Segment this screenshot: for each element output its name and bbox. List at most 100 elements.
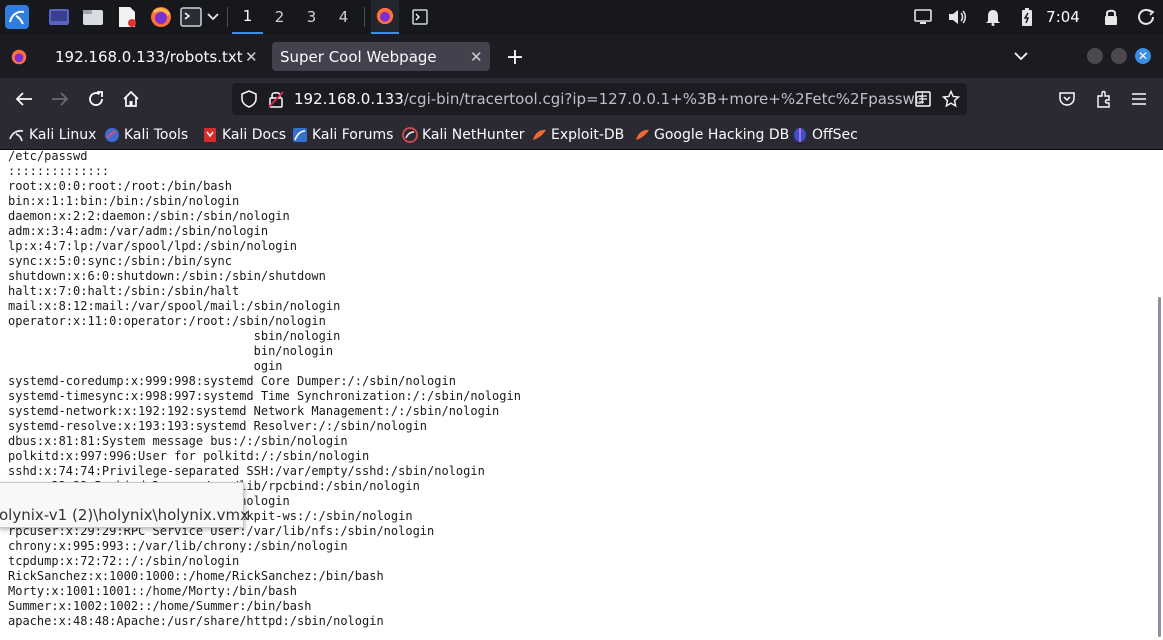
bookmark-label: Google Hacking DB (654, 127, 790, 143)
bookmark-kali-nethunter[interactable]: Kali NetHunter (402, 126, 524, 144)
scroll-thumb[interactable] (1158, 297, 1161, 637)
tab-robots-txt[interactable]: 192.168.0.133/robots.txt ✕ (42, 42, 268, 71)
battery-icon[interactable] (1016, 0, 1038, 34)
reload-icon[interactable] (85, 88, 107, 110)
kali-forums-icon (292, 127, 308, 143)
output-line: systemd-coredump:x:999:998:systemd Core … (8, 374, 456, 388)
text-editor-icon[interactable] (115, 0, 139, 34)
bookmark-label: Kali NetHunter (422, 127, 525, 143)
bookmark-kali-forums[interactable]: Kali Forums (292, 126, 393, 144)
power-icon[interactable] (1136, 0, 1158, 34)
list-all-tabs-chevron-icon[interactable] (1012, 48, 1030, 64)
output-line: :::::::::::::: (8, 164, 110, 178)
output-line: mail:x:8:12:mail:/var/spool/mail:/sbin/n… (8, 299, 341, 313)
volume-icon[interactable] (946, 0, 968, 34)
minimize-button[interactable] (1087, 48, 1103, 64)
workspace-3[interactable]: 3 (296, 0, 327, 34)
output-line: polkitd:x:997:996:User for polkitd:/:/sb… (8, 449, 370, 463)
bookmark-kali-linux[interactable]: Kali Linux (9, 126, 96, 144)
close-icon[interactable]: ✕ (470, 48, 483, 66)
back-arrow-icon[interactable] (13, 88, 35, 110)
new-tab-plus-icon[interactable]: + (505, 45, 525, 70)
bookmark-kali-tools[interactable]: Kali Tools (104, 126, 188, 144)
output-line: systemd-resolve:x:193:193:systemd Resolv… (8, 419, 428, 433)
taskbar-firefox-icon[interactable] (371, 0, 399, 34)
workspace-1[interactable]: 1 (232, 0, 263, 34)
taskbar-terminal-icon[interactable] (406, 0, 434, 34)
output-line: halt:x:7:0:halt:/sbin:/sbin/halt (8, 284, 240, 298)
output-line: dbus:x:81:81:System message bus:/:/sbin/… (8, 434, 348, 448)
extensions-icon[interactable] (1093, 88, 1115, 110)
bookmark-kali-docs[interactable]: Kali Docs (202, 126, 286, 144)
terminal-icon[interactable] (179, 0, 203, 34)
output-line: bin:x:1:1:bin:/bin:/sbin/nologin (8, 194, 240, 208)
output-line: bin/nologin (8, 344, 334, 358)
bookmark-label: Exploit-DB (551, 127, 625, 143)
bookmark-label: OffSec (812, 127, 858, 143)
offsec-icon (792, 127, 808, 143)
kali-tools-icon (104, 127, 120, 143)
output-line: systemd-network:x:192:192:systemd Networ… (8, 404, 500, 418)
output-line: shutdown:x:6:0:shutdown:/sbin:/sbin/shut… (8, 269, 326, 283)
nav-toolbar: 192.168.0.133/cgi-bin/tracertool.cgi?ip=… (0, 78, 1163, 120)
url-path: /cgi-bin/tracertool.cgi?ip=127.0.0.1+%3B… (403, 90, 925, 108)
output-line: adm:x:3:4:adm:/var/adm:/sbin/nologin (8, 224, 269, 238)
output-line: apache:x:48:48:Apache:/usr/share/httpd:/… (8, 614, 384, 628)
output-line: tcpdump:x:72:72::/:/sbin/nologin (8, 554, 240, 568)
tab-label: Super Cool Webpage (280, 47, 437, 66)
output-line: /etc/passwd (8, 151, 88, 163)
chevron-down-icon[interactable] (205, 0, 221, 34)
hamburger-menu-icon[interactable] (1128, 88, 1150, 110)
kali-docs-icon (202, 127, 218, 143)
kali-menu-icon[interactable] (3, 0, 31, 34)
kali-nethunter-icon (402, 127, 418, 143)
output-line: daemon:x:2:2:daemon:/sbin:/sbin/nologin (8, 209, 290, 223)
clock[interactable]: 7:04 (1042, 0, 1084, 34)
bookmark-offsec[interactable]: OffSec (792, 126, 858, 144)
insecure-lock-icon[interactable] (265, 88, 287, 110)
desktop-icon[interactable] (47, 0, 71, 34)
url-text[interactable]: 192.168.0.133/cgi-bin/tracertool.cgi?ip=… (294, 90, 924, 108)
kali-dragon-icon (9, 127, 25, 143)
window-close-button[interactable]: ✕ (1135, 48, 1151, 64)
exploit-db-icon (531, 127, 547, 143)
files-icon[interactable] (81, 0, 105, 34)
workspace-4[interactable]: 4 (328, 0, 359, 34)
vertical-scrollbar[interactable] (1155, 151, 1163, 640)
bookmark-exploit-db[interactable]: Exploit-DB (531, 126, 624, 144)
firefox-icon[interactable] (149, 0, 173, 34)
firefox-view-icon[interactable] (10, 48, 28, 66)
output-line: lp:x:4:7:lp:/var/spool/lpd:/sbin/nologin (8, 239, 297, 253)
bookmarks-toolbar: Kali Linux Kali Tools Kali Docs Kali For… (0, 120, 1163, 150)
close-icon[interactable]: ✕ (245, 48, 258, 66)
reader-view-icon[interactable] (912, 88, 934, 110)
workspace-2[interactable]: 2 (264, 0, 295, 34)
ghdb-icon (634, 127, 650, 143)
shield-icon[interactable] (238, 88, 260, 110)
lock-icon[interactable] (1100, 0, 1122, 34)
tab-label: 192.168.0.133/robots.txt (55, 47, 243, 66)
tab-bar: 192.168.0.133/robots.txt ✕ Super Cool We… (0, 34, 1163, 78)
maximize-button[interactable] (1111, 48, 1127, 64)
forward-arrow-icon[interactable] (49, 88, 71, 110)
url-bar[interactable]: 192.168.0.133/cgi-bin/tracertool.cgi?ip=… (232, 83, 967, 115)
output-line: Summer:x:1002:1002::/home/Summer:/bin/ba… (8, 599, 312, 613)
output-line: Morty:x:1001:1001::/home/Morty:/bin/bash (8, 584, 297, 598)
pocket-icon[interactable] (1056, 88, 1078, 110)
passwd-output: /etc/passwd:::::::::::::: root:x:0:0:root… (8, 151, 521, 629)
output-line: operator:x:11:0:operator:/root:/sbin/nol… (8, 314, 326, 328)
bookmark-google-hacking-db[interactable]: Google Hacking DB (634, 126, 789, 144)
tab-super-cool-webpage[interactable]: Super Cool Webpage ✕ (272, 42, 490, 71)
bookmark-label: Kali Tools (124, 127, 189, 143)
output-line: chrony:x:995:993::/var/lib/chrony:/sbin/… (8, 539, 348, 553)
output-line: sbin/nologin (8, 329, 341, 343)
panel-separator (364, 7, 365, 27)
output-line: ogin (8, 359, 283, 373)
bookmark-label: Kali Forums (312, 127, 394, 143)
bookmark-star-icon[interactable] (940, 88, 962, 110)
url-host: 192.168.0.133 (294, 90, 404, 108)
bell-icon[interactable] (982, 0, 1004, 34)
panel-separator (227, 7, 228, 27)
home-icon[interactable] (120, 88, 142, 110)
display-icon[interactable] (912, 0, 934, 34)
